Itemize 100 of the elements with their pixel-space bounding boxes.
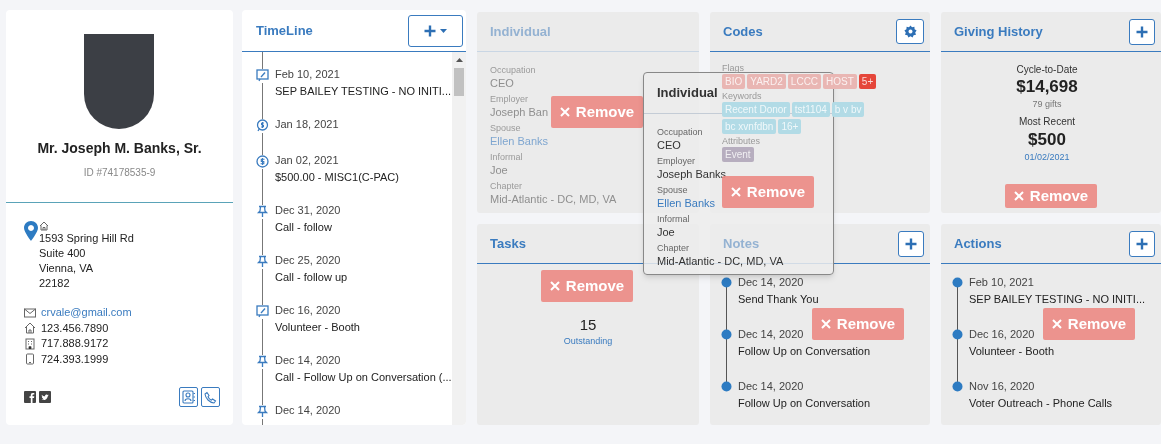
close-icon: [1051, 319, 1062, 329]
scrollbar[interactable]: [452, 52, 466, 425]
flag-tag: BIO: [722, 74, 746, 89]
panel-title: Actions: [954, 234, 1002, 253]
plus-icon: [905, 237, 917, 250]
entry-text[interactable]: Send Thank You: [738, 291, 819, 308]
add-button[interactable]: [1129, 230, 1155, 257]
contact-id: ID #74178535-9: [83, 166, 156, 180]
contact-name: Mr. Joseph M. Banks, Sr.: [37, 139, 202, 158]
stat-amount: $500: [1028, 129, 1066, 151]
attribute-tag: Event: [722, 147, 754, 162]
plus-icon: [1136, 237, 1148, 250]
contact-card-button[interactable]: [179, 387, 198, 407]
field-label: Employer: [657, 155, 695, 167]
flag-tag: 5+: [858, 74, 877, 89]
facebook-icon: [24, 391, 36, 403]
keyword-tag: 16+: [778, 119, 802, 134]
entry-text[interactable]: Follow Up on Conversation: [738, 343, 871, 360]
field-label: Employer: [490, 93, 528, 105]
close-icon: [559, 107, 570, 117]
spouse-link[interactable]: Ellen Banks: [657, 196, 716, 211]
flag-tag: YARD2: [747, 74, 786, 89]
task-count: 15: [579, 316, 597, 334]
flag-tag: LCCC: [787, 74, 822, 89]
note-icon: [256, 305, 269, 318]
field-value: CEO: [490, 76, 514, 91]
timeline-date: Dec 16, 2020: [275, 303, 342, 318]
bullet-dot-icon: [952, 329, 963, 340]
timeline-entry[interactable]: Call - follow: [275, 219, 341, 236]
close-icon: [730, 187, 741, 197]
timeline-date: Dec 31, 2020: [275, 203, 341, 218]
entry-date: Nov 16, 2020: [969, 379, 1036, 394]
address-line: Suite 400: [39, 246, 87, 261]
note-icon: [256, 69, 269, 82]
field-label: Informal: [490, 151, 523, 163]
entry-text[interactable]: Follow Up on Conversation: [738, 395, 871, 412]
tag-group-label: Flags: [722, 62, 744, 74]
building-icon: [24, 337, 36, 350]
timeline-date: Dec 14, 2020: [275, 353, 342, 368]
plus-icon: [1136, 25, 1148, 38]
field-label: Spouse: [490, 122, 521, 134]
entry-text[interactable]: Volunteer - Booth: [969, 343, 1054, 360]
stat-label: Most Recent: [1018, 115, 1076, 129]
close-icon: [549, 281, 560, 291]
timeline-entry[interactable]: Call - Follow Up on Conversation (...: [275, 369, 452, 386]
settings-button[interactable]: [896, 19, 924, 44]
call-button[interactable]: [201, 387, 220, 407]
field-label: Occupation: [657, 126, 703, 138]
bullet-dot-icon: [952, 277, 963, 288]
card-title: Individual: [657, 84, 718, 103]
add-button[interactable]: [898, 230, 924, 257]
panel-title: Giving History: [954, 22, 1043, 41]
twitter-icon: [39, 391, 51, 403]
settings-icon: [903, 25, 917, 38]
entry-date: Dec 16, 2020: [969, 327, 1036, 342]
field-label: Informal: [657, 213, 690, 225]
timeline-entry[interactable]: Volunteer - Booth: [275, 319, 360, 336]
timeline-entry[interactable]: SEP BAILEY TESTING - NO INITI...: [275, 83, 452, 100]
home-icon: [24, 322, 36, 335]
address-line: 1593 Spring Hill Rd: [39, 231, 134, 246]
pushpin-icon: [256, 355, 269, 368]
bullet-dot-icon: [721, 329, 732, 340]
stat-amount: $14,698: [1016, 76, 1078, 98]
panel-title: TimeLine: [256, 21, 313, 40]
phone-number: 123.456.7890: [41, 320, 109, 336]
entry-text[interactable]: SEP BAILEY TESTING - NO INITI...: [969, 291, 1146, 308]
timeline-entry[interactable]: $500.00 - MISC1(C-PAC): [275, 169, 399, 186]
field-value: Mid-Atlantic - DC, MD, VA: [490, 192, 617, 207]
field-label: Chapter: [657, 242, 690, 254]
scrollbar-thumb[interactable]: [454, 68, 464, 96]
address-line: Vienna, VA: [39, 261, 95, 276]
tag-group-label: Keywords: [722, 90, 762, 102]
panel-title: Codes: [723, 22, 763, 41]
timeline-date: Dec 25, 2020: [275, 253, 342, 268]
timeline-date: Feb 10, 2021: [275, 67, 341, 82]
mobile-phone-icon: [24, 353, 36, 366]
entry-text[interactable]: Voter Outreach - Phone Calls: [969, 395, 1113, 412]
flag-tag: HOST: [823, 74, 857, 89]
panel-title: Individual: [490, 22, 551, 41]
close-icon: [820, 319, 831, 329]
dollar-circle-icon: [256, 155, 269, 168]
address-line: 22182: [39, 276, 71, 291]
keyword-tag: tst1104: [791, 102, 830, 117]
timeline-date: Jan 02, 2021: [275, 153, 340, 168]
keyword-tag: Recent Donor: [722, 102, 790, 117]
email-link[interactable]: crvale@gmail.com: [41, 305, 132, 321]
timeline-date: Jan 18, 2021: [275, 117, 339, 132]
stat-caption: 79 gifts: [1032, 98, 1062, 110]
field-label: Spouse: [657, 184, 688, 196]
timeline-date: Dec 14, 2020: [275, 403, 341, 418]
location-pin-icon: [24, 221, 38, 241]
keyword-tag: bc xvnfdbn: [722, 119, 777, 134]
add-button[interactable]: [1129, 18, 1155, 45]
plus-icon: [424, 24, 436, 37]
panel-title: Notes: [723, 234, 760, 253]
field-label: Chapter: [490, 180, 523, 192]
timeline-entry[interactable]: Call - follow up: [275, 269, 348, 286]
phone-number: 717.888.9172: [41, 336, 109, 351]
entry-date: Dec 14, 2020: [738, 327, 805, 342]
add-menu-button[interactable]: [408, 14, 463, 47]
